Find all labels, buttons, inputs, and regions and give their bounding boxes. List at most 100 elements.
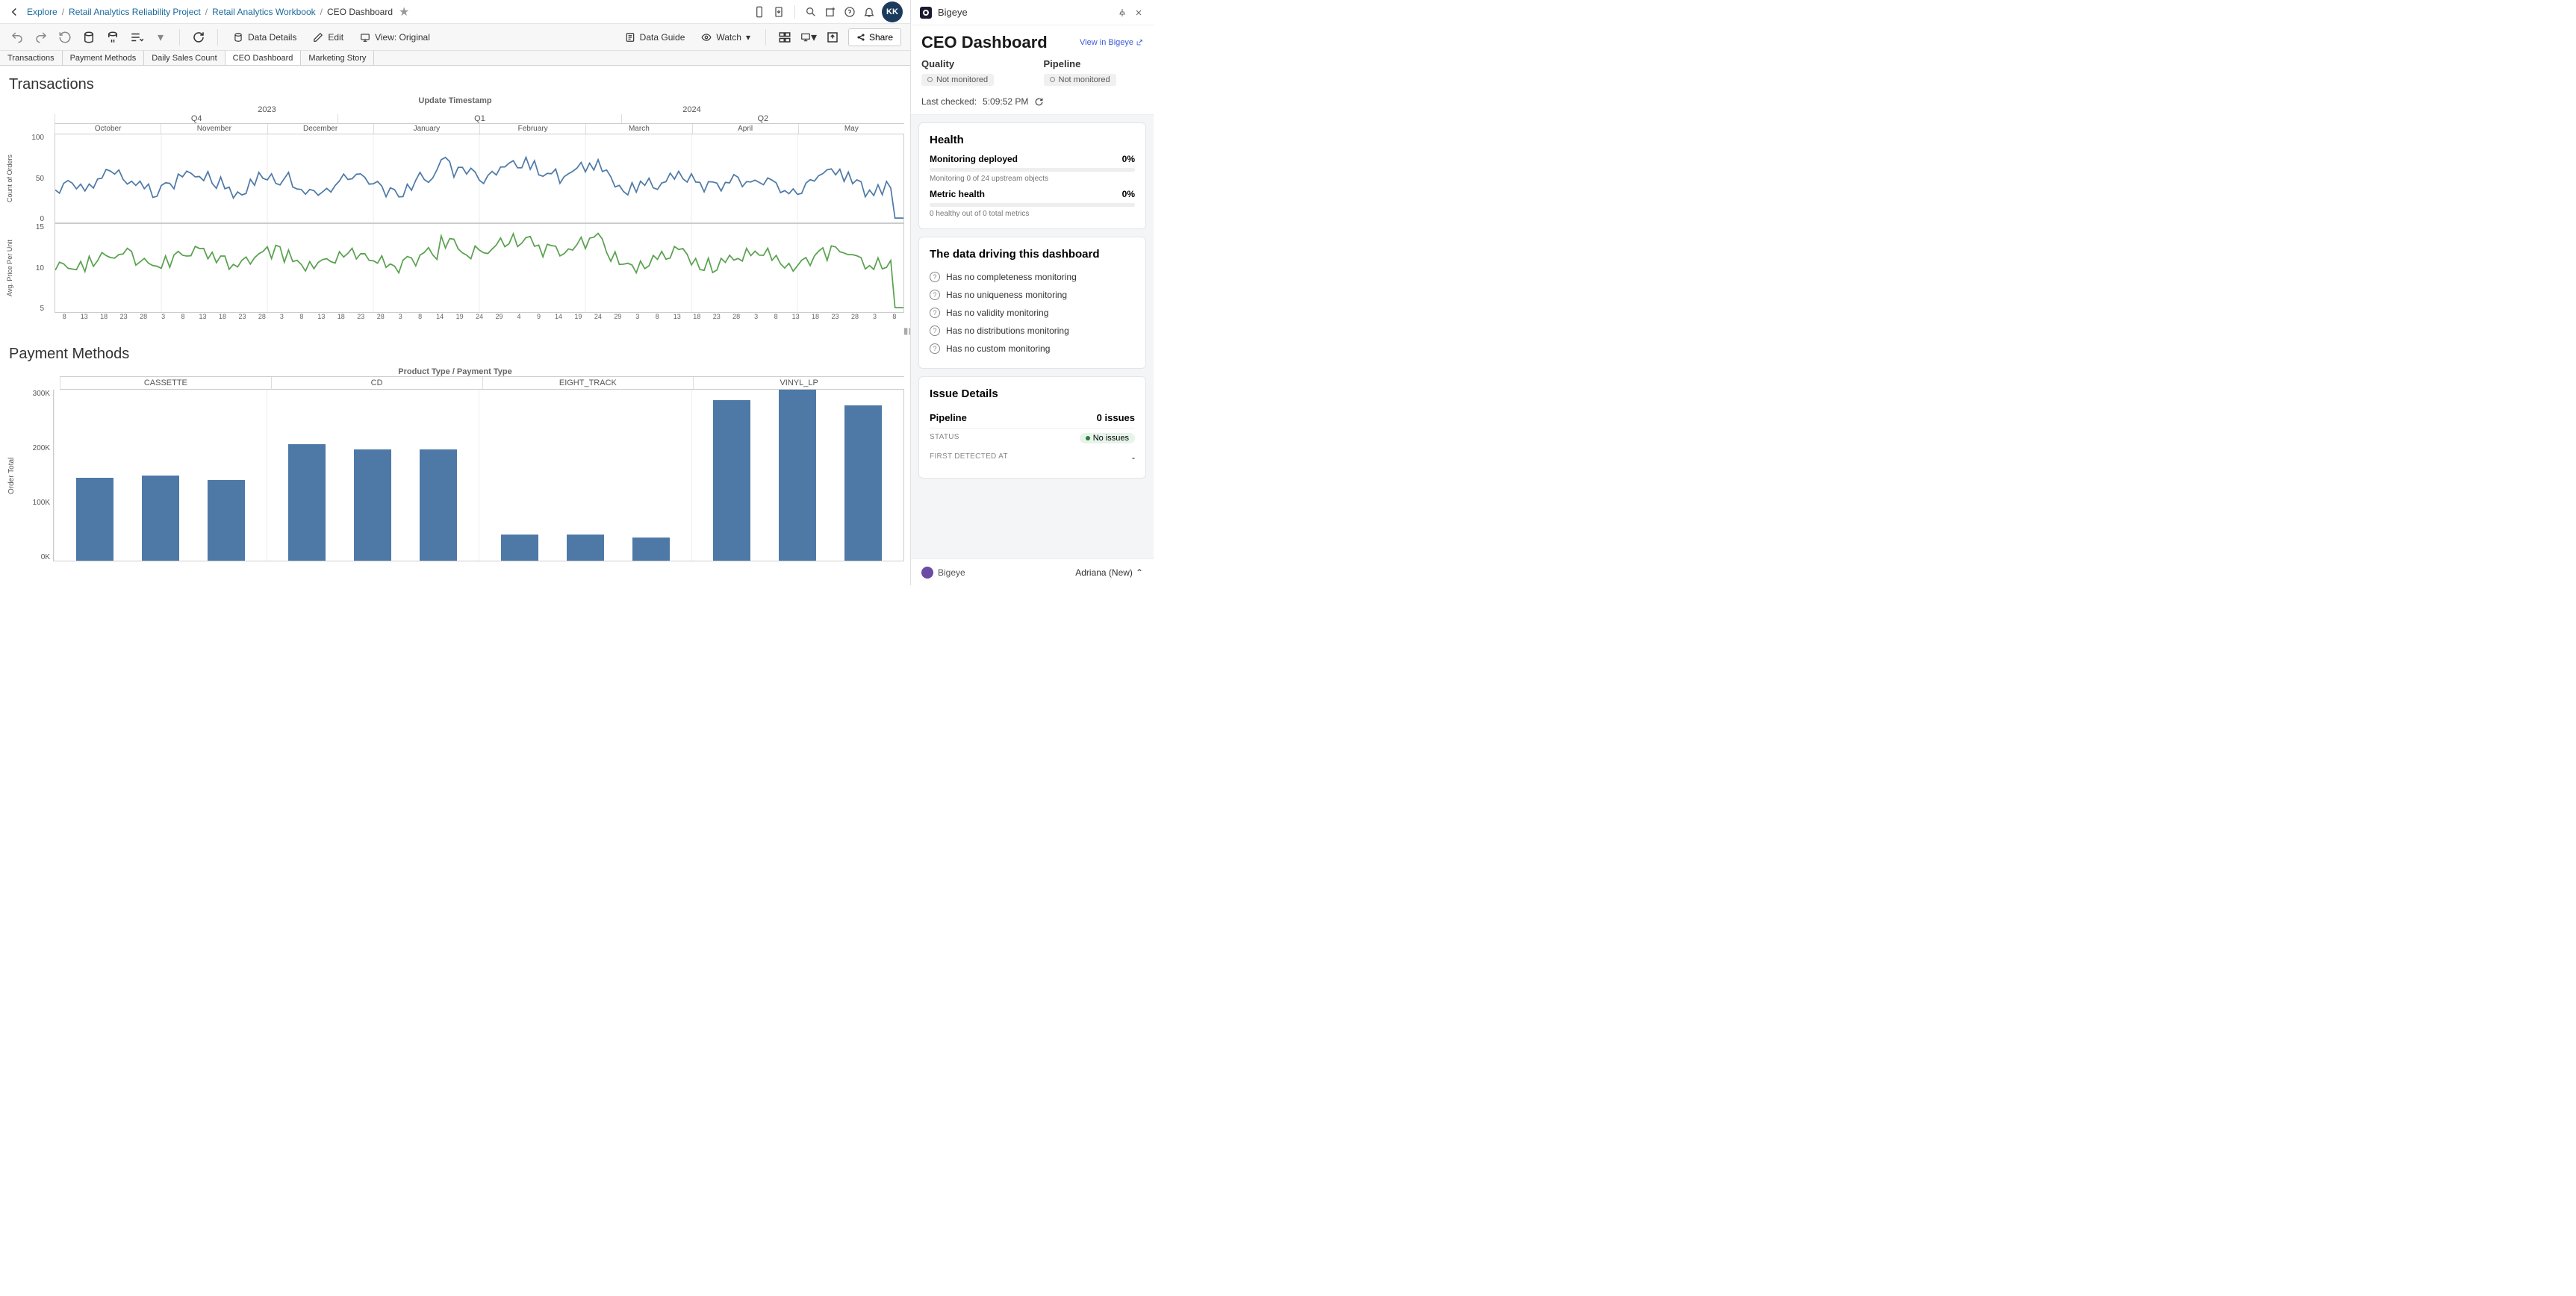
- device-icon[interactable]: [753, 5, 766, 19]
- new-item-icon[interactable]: [824, 5, 837, 19]
- progress-bar: [930, 203, 1135, 207]
- bar[interactable]: [420, 449, 457, 561]
- y-axis-label-count: Count of Orders: [6, 134, 17, 223]
- chart-super-title: Update Timestamp: [6, 96, 904, 105]
- tab-daily-sales-count[interactable]: Daily Sales Count: [144, 51, 225, 65]
- notifications-icon[interactable]: [862, 5, 876, 19]
- monitoring-deployed-label: Monitoring deployed: [930, 154, 1018, 164]
- bar[interactable]: [354, 449, 391, 561]
- share-button[interactable]: Share: [848, 28, 901, 46]
- resize-handle[interactable]: ▮▮: [903, 325, 910, 336]
- search-icon[interactable]: [804, 5, 818, 19]
- bar[interactable]: [142, 476, 179, 561]
- issue-pipeline-count: 0 issues: [1097, 412, 1135, 423]
- bar[interactable]: [501, 535, 538, 561]
- view-button[interactable]: View: Original: [355, 29, 435, 46]
- bar[interactable]: [779, 390, 816, 561]
- view-in-bigeye-link[interactable]: View in Bigeye: [1080, 38, 1143, 47]
- sheet-tabs: TransactionsPayment MethodsDaily Sales C…: [0, 51, 910, 66]
- last-checked: Last checked: 5:09:52 PM: [911, 92, 1154, 115]
- edit-button[interactable]: Edit: [308, 29, 348, 46]
- question-icon: ?: [930, 343, 940, 354]
- monitoring-deployed-pct: 0%: [1122, 154, 1135, 164]
- pause-icon[interactable]: [105, 29, 121, 46]
- revert-icon[interactable]: [57, 29, 73, 46]
- section-title-payment: Payment Methods: [9, 346, 904, 363]
- download-icon[interactable]: [772, 5, 785, 19]
- chevron-down-icon[interactable]: ▾: [152, 29, 169, 46]
- refresh-data-icon[interactable]: [81, 29, 97, 46]
- monitoring-item[interactable]: ?Has no custom monitoring: [930, 340, 1135, 358]
- issue-details-card: Issue Details Pipeline0 issues STATUSNo …: [918, 376, 1146, 479]
- dashboard-body: Transactions Update Timestamp 20232024 Q…: [0, 66, 910, 585]
- y-axis-label-price: Avg. Price Per Unit: [6, 223, 17, 313]
- progress-bar: [930, 168, 1135, 172]
- user-avatar[interactable]: KK: [882, 1, 903, 22]
- monitoring-item[interactable]: ?Has no completeness monitoring: [930, 268, 1135, 286]
- favorite-star-icon[interactable]: ★: [399, 4, 409, 19]
- bar-group[interactable]: [479, 390, 691, 561]
- tab-ceo-dashboard[interactable]: CEO Dashboard: [225, 51, 302, 65]
- view-dropdown-icon[interactable]: [128, 29, 145, 46]
- data-driving-card: The data driving this dashboard ?Has no …: [918, 237, 1146, 369]
- bar[interactable]: [567, 535, 604, 561]
- export-icon[interactable]: [824, 29, 841, 46]
- watch-button[interactable]: Watch ▾: [697, 29, 755, 46]
- pipeline-label: Pipeline: [1044, 58, 1144, 69]
- issue-details-title: Issue Details: [930, 387, 1135, 400]
- question-icon: ?: [930, 325, 940, 336]
- breadcrumb-explore[interactable]: Explore: [27, 7, 57, 17]
- monitoring-item[interactable]: ?Has no validity monitoring: [930, 304, 1135, 322]
- metrics-icon[interactable]: [777, 29, 793, 46]
- bar[interactable]: [76, 478, 113, 561]
- data-guide-button[interactable]: Data Guide: [620, 29, 690, 46]
- breadcrumb-current: CEO Dashboard: [327, 7, 393, 17]
- line-chart-price[interactable]: [55, 223, 904, 313]
- tab-marketing-story[interactable]: Marketing Story: [301, 51, 374, 65]
- question-icon: ?: [930, 272, 940, 282]
- panel-header: Bigeye: [911, 0, 1154, 25]
- tab-payment-methods[interactable]: Payment Methods: [63, 51, 145, 65]
- refresh-icon[interactable]: [1034, 97, 1044, 107]
- bar-group[interactable]: [54, 390, 267, 561]
- panel-footer: Bigeye Adriana (New)⌃: [911, 558, 1154, 585]
- question-icon: ?: [930, 290, 940, 300]
- help-icon[interactable]: [843, 5, 856, 19]
- bar[interactable]: [844, 405, 882, 561]
- chevron-up-icon: ⌃: [1136, 567, 1143, 578]
- back-icon[interactable]: [7, 5, 21, 19]
- payment-chart[interactable]: Product Type / Payment Type CASSETTECDEI…: [6, 367, 904, 584]
- tab-transactions[interactable]: Transactions: [0, 51, 63, 65]
- breadcrumb-project[interactable]: Retail Analytics Reliability Project: [69, 7, 201, 17]
- footer-user-dropdown[interactable]: Adriana (New)⌃: [1075, 567, 1143, 578]
- footer-brand: Bigeye: [921, 567, 965, 579]
- redo-icon[interactable]: [33, 29, 49, 46]
- data-guide-label: Data Guide: [640, 32, 685, 43]
- header-bar: Explore / Retail Analytics Reliability P…: [0, 0, 910, 24]
- bar-group[interactable]: [691, 390, 904, 561]
- panel-title: CEO Dashboard: [921, 33, 1072, 52]
- present-icon[interactable]: ▾: [800, 29, 817, 46]
- line-chart-count[interactable]: [55, 134, 904, 223]
- bar[interactable]: [288, 444, 326, 561]
- monitoring-item[interactable]: ?Has no uniqueness monitoring: [930, 286, 1135, 304]
- transactions-chart[interactable]: Update Timestamp 20232024 Q4Q1Q2 October…: [6, 96, 904, 343]
- data-details-button[interactable]: Data Details: [228, 29, 301, 46]
- bar[interactable]: [713, 400, 750, 561]
- breadcrumb-workbook[interactable]: Retail Analytics Workbook: [212, 7, 316, 17]
- toolbar-separator: [179, 29, 180, 46]
- pin-icon[interactable]: [1118, 8, 1128, 17]
- header-separator: [794, 5, 795, 19]
- refresh-icon[interactable]: [190, 29, 207, 46]
- monitoring-item[interactable]: ?Has no distributions monitoring: [930, 322, 1135, 340]
- close-icon[interactable]: [1134, 8, 1145, 17]
- metric-health-label: Metric health: [930, 189, 985, 199]
- issue-status-label: STATUS: [930, 433, 959, 443]
- bar-group[interactable]: [267, 390, 479, 561]
- undo-icon[interactable]: [9, 29, 25, 46]
- health-title: Health: [930, 134, 1135, 146]
- last-checked-time: 5:09:52 PM: [983, 96, 1028, 107]
- breadcrumb-sep: /: [320, 7, 323, 17]
- bar[interactable]: [208, 480, 245, 561]
- bar[interactable]: [632, 538, 670, 561]
